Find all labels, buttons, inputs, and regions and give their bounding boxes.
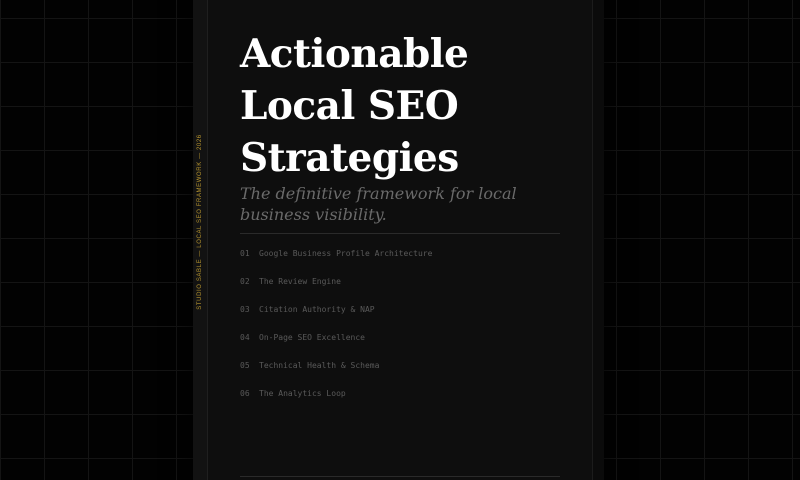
toc-number: 01 xyxy=(240,249,250,258)
toc-label: On-Page SEO Excellence xyxy=(259,333,365,342)
toc-number: 04 xyxy=(240,333,250,342)
toc-item: 04 On-Page SEO Excellence xyxy=(240,332,432,360)
toc-item: 02 The Review Engine xyxy=(240,276,432,304)
toc-label: Technical Health & Schema xyxy=(259,361,380,370)
toc-number: 02 xyxy=(240,277,250,286)
toc-label: Google Business Profile Architecture xyxy=(259,249,433,258)
divider xyxy=(240,233,560,234)
toc-label: The Analytics Loop xyxy=(259,389,346,398)
book-page-edge xyxy=(592,0,604,480)
spine-text: STUDIO SABLE — LOCAL SEO FRAMEWORK — 202… xyxy=(197,134,203,310)
toc-label: The Review Engine xyxy=(259,277,341,286)
toc-label: Citation Authority & NAP xyxy=(259,305,375,314)
subtitle-line: The definitive framework for local xyxy=(240,184,517,203)
title-line: Strategies xyxy=(240,135,459,181)
toc-item: 06 The Analytics Loop xyxy=(240,388,432,416)
title-line: Actionable xyxy=(240,31,469,77)
bottom-rule xyxy=(240,476,560,477)
cover-title: Actionable Local SEO Strategies xyxy=(240,28,580,184)
subtitle-line: business visibility. xyxy=(240,205,387,224)
title-line: Local SEO xyxy=(240,83,459,129)
cover-subtitle: The definitive framework for local busin… xyxy=(240,183,540,225)
toc-number: 05 xyxy=(240,361,250,370)
toc-item: 03 Citation Authority & NAP xyxy=(240,304,432,332)
table-of-contents: 01 Google Business Profile Architecture 0… xyxy=(240,248,432,416)
toc-item: 01 Google Business Profile Architecture xyxy=(240,248,432,276)
toc-number: 06 xyxy=(240,389,250,398)
toc-item: 05 Technical Health & Schema xyxy=(240,360,432,388)
toc-number: 03 xyxy=(240,305,250,314)
